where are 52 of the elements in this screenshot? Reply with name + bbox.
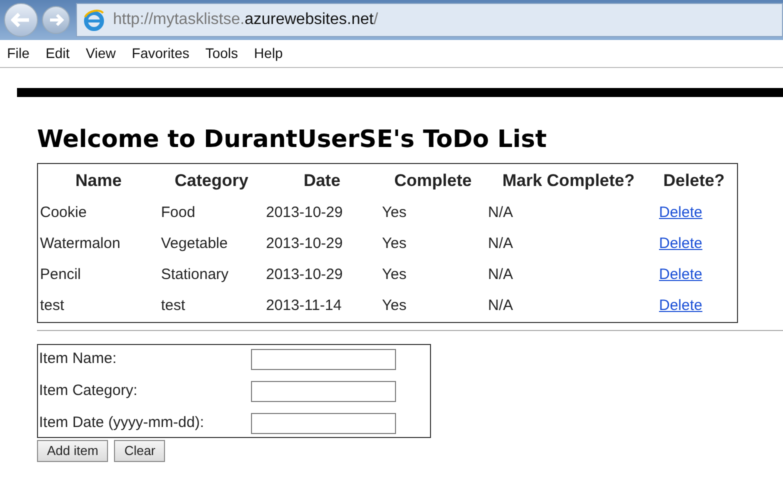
form-button[interactable]: Add item (37, 440, 108, 462)
table-cell: 2013-10-29 (266, 235, 343, 252)
field-label: Item Date (yyyy-mm-dd): (38, 412, 206, 433)
url-text: http://mytasklistse.azurewebsites.net/ (113, 10, 378, 30)
menu-item[interactable]: Tools (205, 43, 238, 64)
table-cell: Yes (382, 235, 406, 252)
table-cell: N/A (488, 204, 514, 222)
menu-item[interactable]: View (86, 43, 116, 64)
menu-item[interactable]: Favorites (132, 43, 190, 64)
back-button[interactable] (4, 3, 38, 37)
table-cell: 2013-10-29 (266, 266, 343, 284)
table-cell: Stationary (161, 266, 229, 284)
column-header: Complete (394, 171, 472, 190)
table-cell: Pencil (40, 266, 81, 284)
table-cell: Yes (382, 204, 406, 222)
form-button[interactable]: Clear (114, 440, 166, 462)
table-cell: Vegetable (161, 235, 228, 252)
field-label: Item Category: (38, 380, 138, 401)
page-heading: Welcome to DurantUserSE's ToDo List (37, 124, 548, 155)
menu-item[interactable]: File (7, 43, 30, 64)
menu-item[interactable]: Help (254, 43, 283, 64)
table-cell: test (161, 297, 186, 314)
address-bar[interactable]: http://mytasklistse.azurewebsites.net/ (76, 3, 783, 37)
delete-link[interactable]: Delete (659, 204, 702, 222)
table-cell: Yes (382, 297, 406, 314)
column-header: Name (75, 171, 122, 190)
column-header: Category (174, 171, 248, 190)
table-cell: N/A (488, 235, 514, 252)
table-cell: Yes (382, 266, 406, 284)
forward-arrow-icon (48, 13, 64, 27)
delete-link[interactable]: Delete (659, 266, 702, 284)
forward-button[interactable] (42, 6, 70, 34)
table-cell: Cookie (40, 204, 87, 222)
table-cell: N/A (488, 297, 514, 314)
column-header: Date (304, 171, 340, 190)
input-field[interactable] (251, 412, 396, 434)
table-cell: 2013-10-29 (266, 204, 343, 222)
column-header: Delete? (663, 171, 725, 190)
column-header: Mark Complete? (502, 171, 635, 190)
browser-logo-icon (83, 9, 105, 31)
input-field[interactable] (251, 348, 396, 370)
table-cell: Food (161, 204, 196, 222)
field-label: Item Name: (38, 348, 118, 369)
table-cell: N/A (488, 266, 514, 284)
table-cell: test (40, 297, 64, 314)
delete-link[interactable]: Delete (659, 235, 702, 252)
delete-link[interactable]: Delete (659, 297, 702, 314)
back-arrow-icon (11, 12, 31, 28)
menu-item[interactable]: Edit (46, 43, 70, 64)
table-cell: 2013-11-14 (266, 297, 342, 314)
input-field[interactable] (251, 380, 396, 402)
table-cell: Watermalon (40, 235, 120, 252)
